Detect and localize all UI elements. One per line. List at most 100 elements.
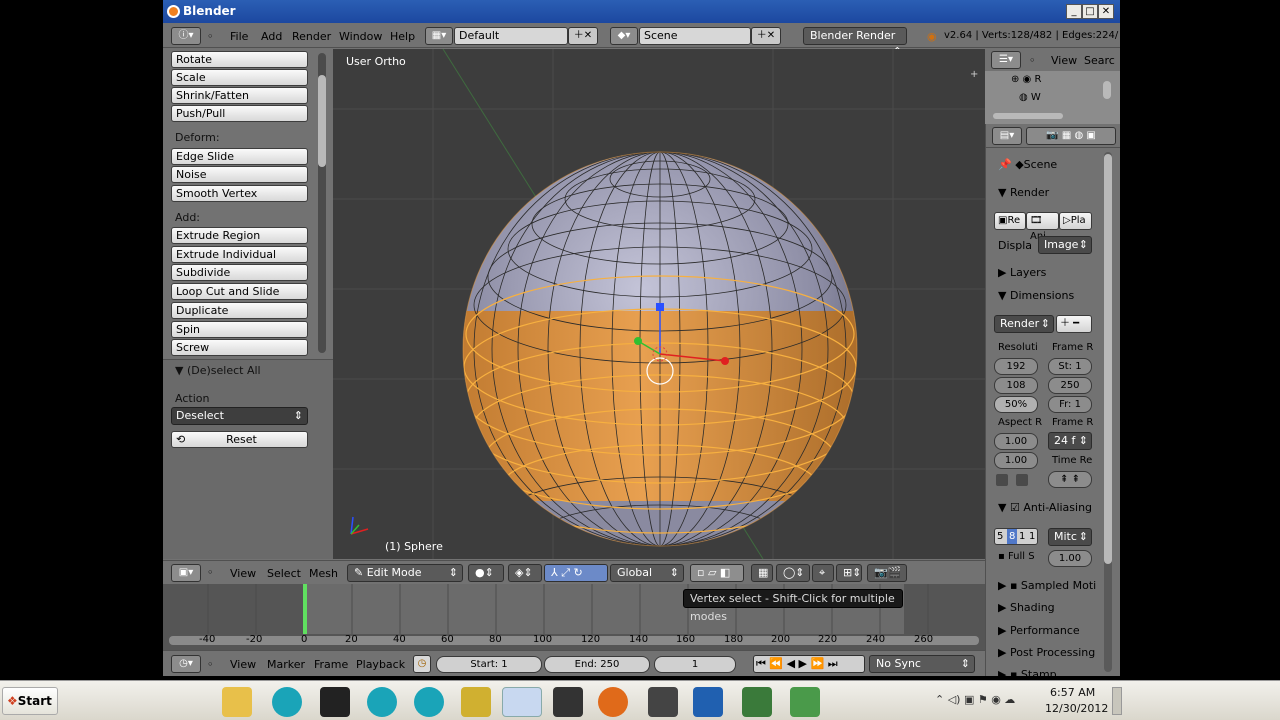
pivot-point-select[interactable]: ◈⇕ [508,564,542,582]
current-frame-field[interactable]: 1 [654,656,736,673]
extrude-individual-button[interactable]: Extrude Individual [171,246,308,263]
anti-aliasing-panel-header[interactable]: ▼ ☑ Anti-Aliasing [998,501,1092,514]
border-checkbox[interactable] [996,474,1008,486]
performance-panel-header[interactable]: ▶ Performance [998,624,1080,637]
edge-slide-button[interactable]: Edge Slide [171,148,308,165]
render-buttons[interactable]: 📷🎬 [867,564,907,582]
menu-select[interactable]: Select [267,567,301,580]
menu-frame[interactable]: Frame [314,658,348,671]
app-icon[interactable] [648,687,678,717]
resolution-percentage-field[interactable]: 50% [994,396,1038,413]
mode-select[interactable]: ✎ Edit Mode ⇕ [347,564,463,582]
menu-view[interactable]: View [230,567,256,580]
arduino-icon[interactable] [367,687,397,717]
time-remap-fields[interactable]: ⇞ ⇞ [1048,471,1092,488]
snap-element-select[interactable]: ⊞⇕ [836,564,862,582]
menu-help[interactable]: Help [390,30,415,43]
expand-plus-icon[interactable]: + [970,69,978,80]
file-explorer-icon[interactable] [222,687,252,717]
screw-button[interactable]: Screw [171,339,308,356]
menu-marker[interactable]: Marker [267,658,305,671]
collapse-menu-icon[interactable]: ◦ [207,658,214,671]
proportional-edit-select[interactable]: ◯⇕ [776,564,810,582]
menu-mesh[interactable]: Mesh [309,567,338,580]
aa-filter-select[interactable]: Mitc ⇕ [1048,528,1092,546]
menu-window[interactable]: Window [339,30,382,43]
aa-sample-11[interactable]: 1 [1019,529,1025,544]
close-button[interactable]: ✕ [1098,4,1114,19]
stamp-panel-header[interactable]: ▶ ▪ Stamp [998,668,1057,676]
menu-add[interactable]: Add [261,30,282,43]
shading-panel-header[interactable]: ▶ Shading [998,601,1055,614]
app-icon[interactable] [742,687,772,717]
transform-orientation-select[interactable]: Global ⇕ [610,564,684,582]
use-preview-range-icon[interactable]: ◷ [413,655,431,673]
aspect-y-field[interactable]: 1.00 [994,452,1038,469]
collapse-menu-icon[interactable]: ◦ [207,30,214,43]
aa-sample-8[interactable]: 8 [1007,529,1018,544]
menu-file[interactable]: File [230,30,248,43]
manipulator-toggles[interactable]: ⅄ ⤢ ↻ [544,564,608,582]
action-select[interactable]: Deselect ⇕ [171,407,308,425]
resolution-y-field[interactable]: 108 [994,377,1038,394]
smooth-vertex-button[interactable]: Smooth Vertex [171,185,308,202]
noise-button[interactable]: Noise [171,166,308,183]
extrude-region-button[interactable]: Extrude Region [171,227,308,244]
playback-controls[interactable]: ⏮ ⏪ ◀ ▶ ⏩ ⏭ [753,655,865,673]
layout-name-field[interactable]: Default [454,27,568,45]
limit-selection-visible-icon[interactable]: ▦ [751,564,773,582]
spin-button[interactable]: Spin [171,321,308,338]
show-desktop-button[interactable] [1112,687,1122,715]
editor-type-timeline-icon[interactable]: ◷▾ [171,655,201,673]
menu-playback[interactable]: Playback [356,658,405,671]
aa-samples-buttons[interactable]: 5 8 1 1 [994,528,1038,545]
sync-mode-select[interactable]: No Sync ⇕ [869,655,975,673]
rotate-button[interactable]: Rotate [171,51,308,68]
scene-name-field[interactable]: Scene [639,27,751,45]
frame-start-field[interactable]: St: 1 [1048,358,1092,375]
viewport-canvas[interactable] [333,49,985,559]
app-icon[interactable] [461,687,491,717]
outliner-hscroll-thumb[interactable] [993,113,1063,119]
firefox-icon[interactable] [598,687,628,717]
resolution-x-field[interactable]: 192 [994,358,1038,375]
snap-toggle-icon[interactable]: ⌖ [812,564,834,582]
minimize-button[interactable]: _ [1066,4,1082,19]
preset-add-remove-icon[interactable]: ＋ ━ [1056,315,1092,333]
collapse-menu-icon[interactable]: ◦ [1029,54,1036,67]
render-preset-select[interactable]: Render ⇕ [994,315,1054,333]
outliner-item[interactable]: ◍ W [1019,92,1041,103]
maximize-button[interactable]: □ [1082,4,1098,19]
toolshelf-scrollbar-thumb[interactable] [318,75,326,167]
render-panel-header[interactable]: ▼ Render [998,186,1049,199]
render-image-button[interactable]: ▣Re [994,212,1026,230]
context-tabs[interactable]: 📷 ▦ ◍ ▣ [1026,127,1116,145]
menu-view[interactable]: View [1051,54,1077,67]
crop-checkbox[interactable] [1016,474,1028,486]
loop-cut-slide-button[interactable]: Loop Cut and Slide [171,283,308,300]
app-icon[interactable] [790,687,820,717]
render-engine-select[interactable]: Blender Render ⇕ [803,27,907,58]
3d-viewport[interactable]: User Ortho (1) Sphere + [333,49,985,559]
frame-rate-select[interactable]: 24 f ⇕ [1048,432,1092,450]
subdivide-button[interactable]: Subdivide [171,264,308,281]
frame-step-field[interactable]: Fr: 1 [1048,396,1092,413]
reset-button[interactable]: ⟲ Reset [171,431,308,448]
menu-view[interactable]: View [230,658,256,671]
editor-type-info-icon[interactable]: ⓘ▾ [171,27,201,45]
arduino-icon[interactable] [272,687,302,717]
frame-end-field[interactable]: 250 [1048,377,1092,394]
shrink-fatten-button[interactable]: Shrink/Fatten [171,87,308,104]
arduino-icon[interactable] [414,687,444,717]
display-select[interactable]: Image ⇕ [1038,236,1092,254]
menu-search[interactable]: Searc [1084,54,1115,67]
scale-button[interactable]: Scale [171,69,308,86]
duplicate-button[interactable]: Duplicate [171,302,308,319]
aa-sample-5[interactable]: 5 [997,529,1003,544]
system-tray-icons[interactable]: ⌃ ◁) ▣ ⚑ ◉ ☁ [935,693,1015,706]
play-animation-button[interactable]: ▷Pla [1059,212,1092,230]
start-frame-field[interactable]: Start: 1 [436,656,542,673]
collapse-menu-icon[interactable]: ◦ [207,566,214,579]
layout-add-remove-icon[interactable]: ＋✕ [568,27,598,45]
post-processing-panel-header[interactable]: ▶ Post Processing [998,646,1095,659]
